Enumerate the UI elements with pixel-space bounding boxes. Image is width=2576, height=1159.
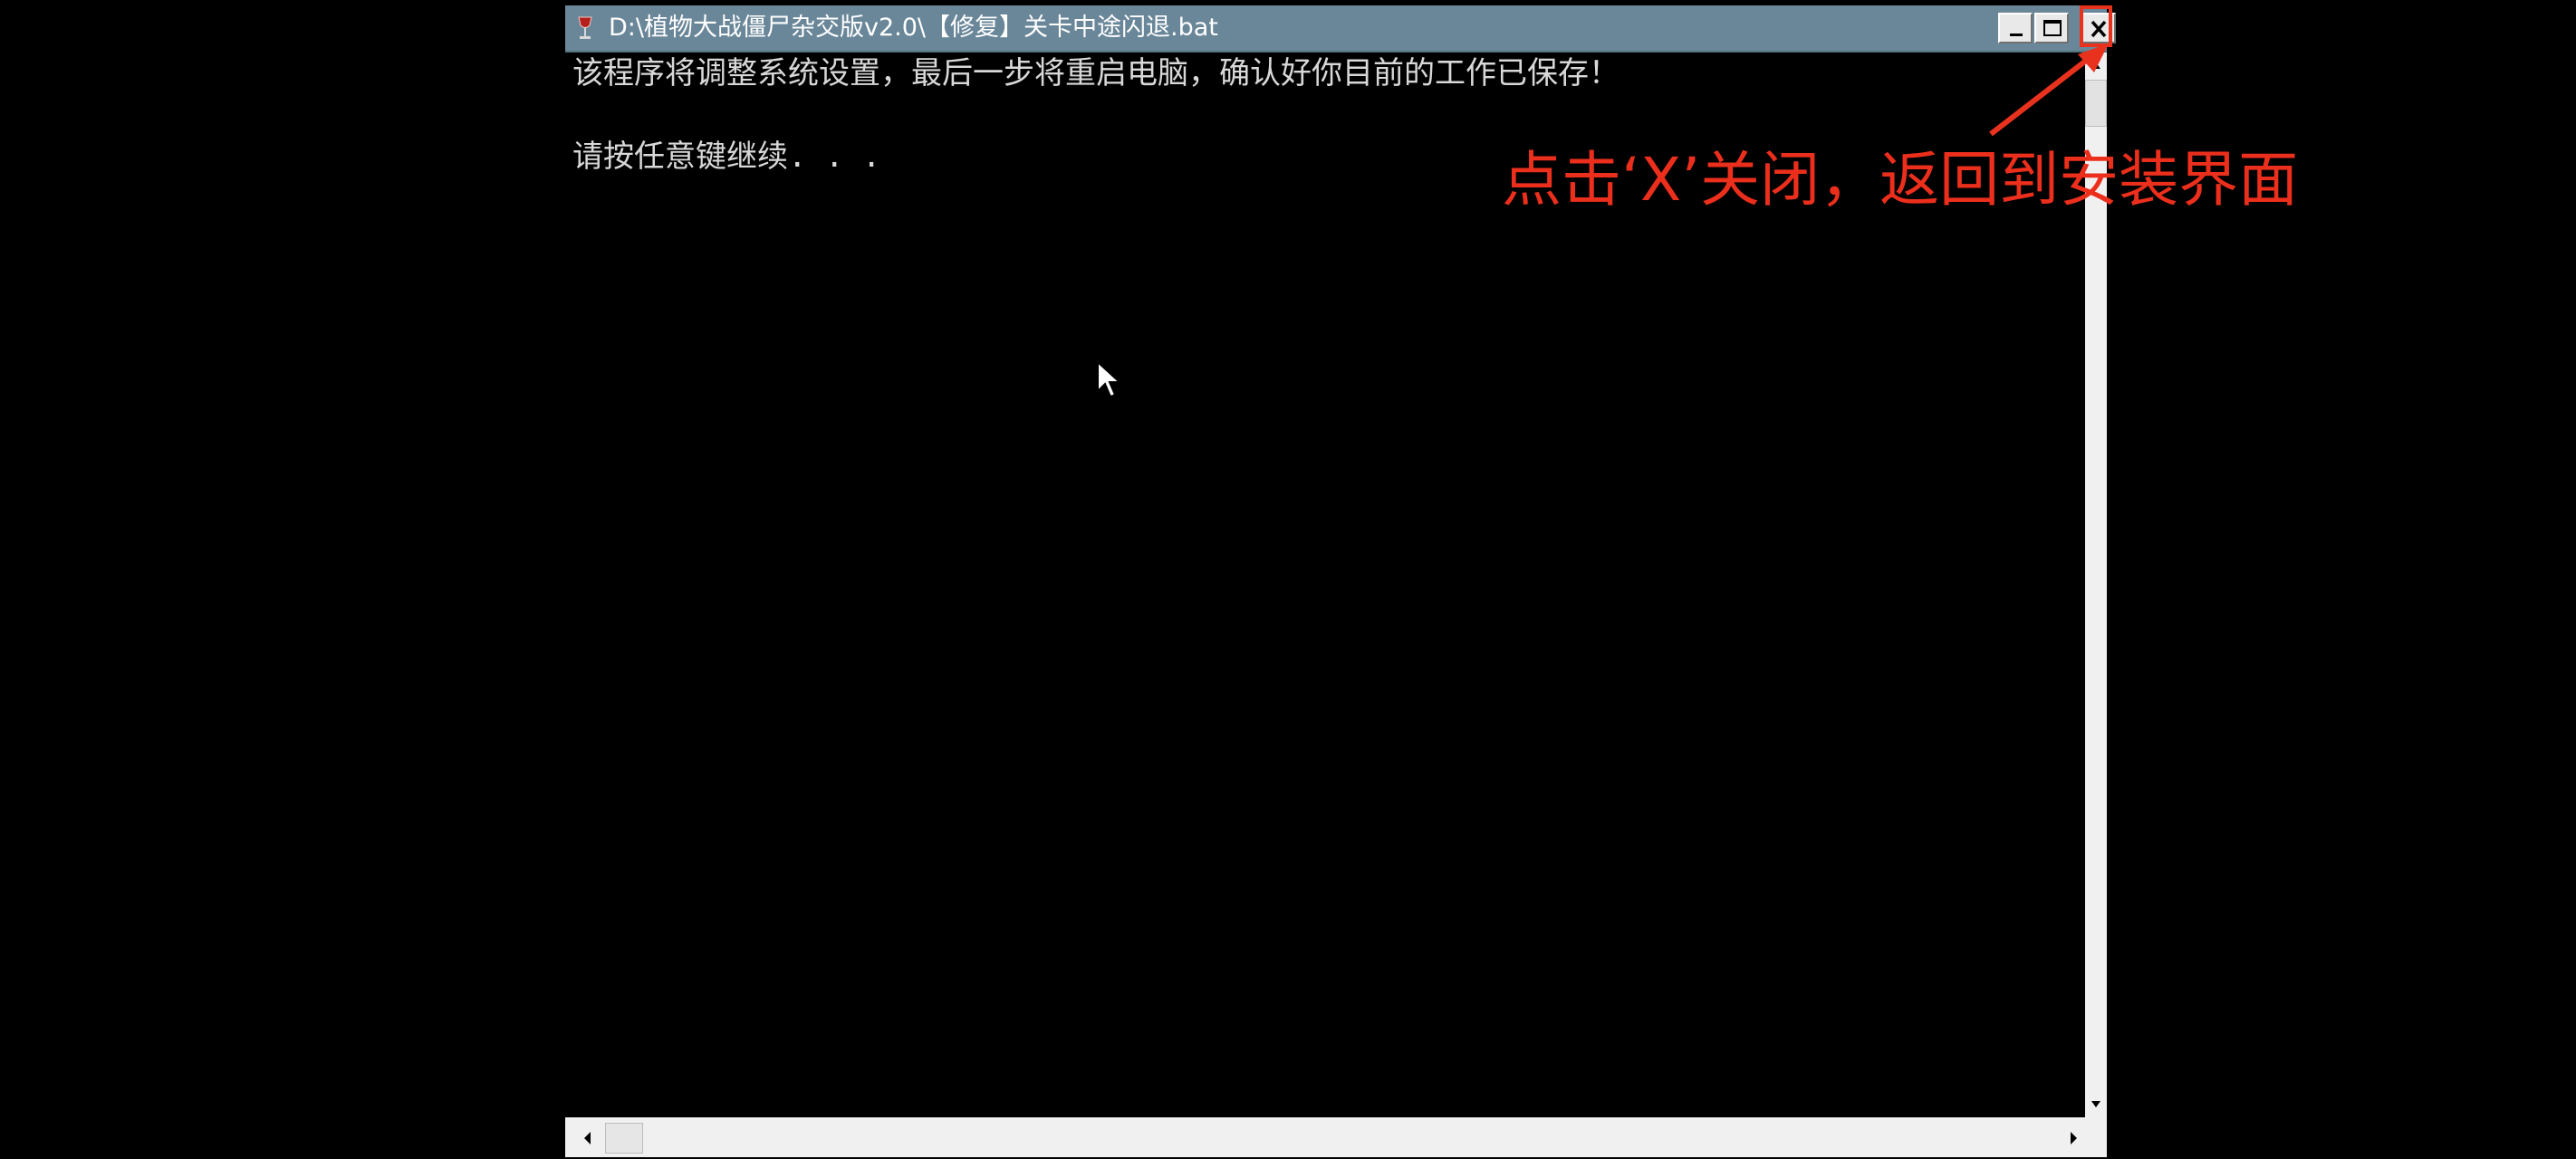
annotation-text: 点击‘X’关闭，返回到安装界面 <box>1502 145 2299 215</box>
scroll-down-button[interactable] <box>2085 1092 2107 1117</box>
mouse-pointer-icon <box>1097 360 1122 398</box>
scroll-right-button[interactable] <box>2060 1125 2087 1152</box>
title-bar[interactable]: D:\植物大战僵尸杂交版v2.0\【修复】关卡中途闪退.bat <box>565 5 2116 53</box>
console-line: 请按任意键继续. . . <box>572 139 881 175</box>
horizontal-scrollbar[interactable] <box>565 1117 2107 1157</box>
arrow-down-icon <box>2091 1101 2100 1107</box>
arrow-left-icon <box>584 1132 591 1145</box>
wine-glass-icon <box>574 14 596 42</box>
arrow-right-icon <box>2071 1132 2077 1145</box>
horizontal-scroll-thumb[interactable] <box>605 1123 643 1154</box>
scroll-left-button[interactable] <box>574 1125 601 1152</box>
console-line: 该程序将调整系统设置，最后一步将重启电脑，确认好你目前的工作已保存！ <box>572 55 1620 91</box>
annotation-arrow-icon <box>1989 43 2109 137</box>
window-title: D:\植物大战僵尸杂交版v2.0\【修复】关卡中途闪退.bat <box>609 14 1218 42</box>
screen: D:\植物大战僵尸杂交版v2.0\【修复】关卡中途闪退.bat 该程序将调整系统… <box>0 0 2576 1159</box>
